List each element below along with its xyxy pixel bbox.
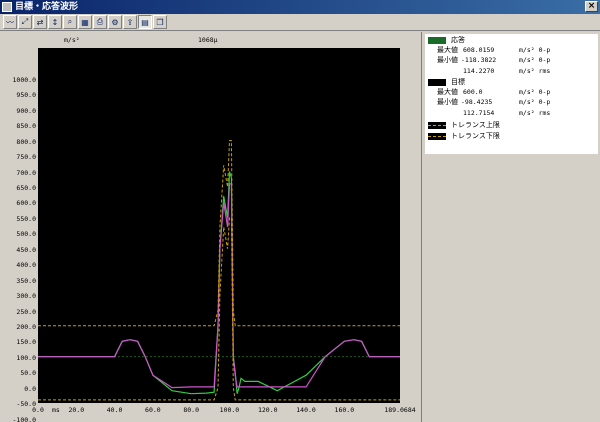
y-tick-label: 150.0 xyxy=(16,338,36,347)
x-tick-label: 40.0 xyxy=(106,406,123,414)
y-tick-label: 550.0 xyxy=(16,214,36,223)
target-min-unit: m/s² 0-p xyxy=(519,98,551,106)
target-max-value: 600.0 xyxy=(463,88,483,96)
y-tick-label: 0.0 xyxy=(24,384,36,393)
y-tick-label: 500.0 xyxy=(16,230,36,239)
waveform-compare-icon[interactable]: ⇄ xyxy=(33,15,47,29)
response-max-unit: m/s² 0-p xyxy=(519,46,551,54)
legend-label-lower: トレランス下限 xyxy=(451,132,500,140)
y-tick-label: 300.0 xyxy=(16,292,36,301)
x-tick-label: 20.0 xyxy=(68,406,85,414)
legend-panel: 応答 最大値 608.0159 m/s² 0-p 最小値 -118.3822 m… xyxy=(421,32,600,422)
y-tick-label: 200.0 xyxy=(16,322,36,331)
waveform-icon[interactable]: 〰 xyxy=(3,15,17,29)
x-tick-label: 80.0 xyxy=(183,406,199,414)
target-min-value: -98.4235 xyxy=(461,98,493,106)
export-icon-glyph: ⇪ xyxy=(126,17,134,27)
settings-graph-icon-glyph: ⚙ xyxy=(111,17,119,27)
legend-swatch-lower xyxy=(428,133,446,140)
y-tick-label: 850.0 xyxy=(16,122,36,131)
legend-box: 応答 最大値 608.0159 m/s² 0-p 最小値 -118.3822 m… xyxy=(425,34,598,154)
y-tick-label: 350.0 xyxy=(16,276,36,285)
y-tick-label: 450.0 xyxy=(16,245,36,254)
y-tick-label: 950.0 xyxy=(16,91,36,100)
waveform-scale-icon[interactable]: ↕ xyxy=(48,15,62,29)
x-tick-label: 60.0 xyxy=(145,406,161,414)
settings-graph-icon[interactable]: ⚙ xyxy=(108,15,122,29)
table-icon-glyph: ▤ xyxy=(141,17,149,27)
export-icon[interactable]: ⇪ xyxy=(123,15,137,29)
legend-label-response: 応答 xyxy=(451,36,465,44)
target-rms-unit: m/s² rms xyxy=(519,109,551,117)
legend-swatch-response xyxy=(428,37,446,44)
x-tick-label: 100.0 xyxy=(219,406,240,414)
response-max-value: 608.0159 xyxy=(463,46,495,54)
graph-icon-glyph: ▦ xyxy=(81,17,89,27)
response-min-value: -118.3822 xyxy=(461,56,497,64)
y-tick-label: 400.0 xyxy=(16,261,36,270)
legend-label-target: 目標 xyxy=(451,78,465,86)
app-icon xyxy=(2,2,12,12)
y-tick-label: 750.0 xyxy=(16,153,36,162)
print-icon[interactable]: ⎙ xyxy=(93,15,107,29)
y-tick-label: 650.0 xyxy=(16,184,36,193)
x-unit-label: ms xyxy=(52,406,60,414)
legend-swatch-target xyxy=(428,79,446,86)
y-tick-label: 250.0 xyxy=(16,307,36,316)
response-min-label: 最小値 xyxy=(437,56,458,64)
magnifier-icon[interactable]: ⌕ xyxy=(63,15,77,29)
y-tick-label: 50.0 xyxy=(20,369,36,378)
x-tick-label: 160.0 xyxy=(334,406,355,414)
waveform-chart[interactable] xyxy=(38,48,400,403)
waveform-zoom-icon[interactable]: ⤢ xyxy=(18,15,32,29)
plot-area[interactable] xyxy=(38,48,400,403)
copy-icon[interactable]: ❐ xyxy=(153,15,167,29)
y-tick-label: 900.0 xyxy=(16,106,36,115)
y-tick-label: 800.0 xyxy=(16,137,36,146)
target-rms-value: 112.7154 xyxy=(463,109,495,117)
magnifier-icon-glyph: ⌕ xyxy=(67,17,73,26)
y-tick-label: 600.0 xyxy=(16,199,36,208)
graph-icon[interactable]: ▦ xyxy=(78,15,92,29)
toolbar: 〰 ⤢ ⇄ ↕ ⌕ ▦ ⎙ ⚙ ⇪ ▤ ❐ xyxy=(0,14,600,31)
target-max-label: 最大値 xyxy=(437,88,458,96)
x-tick-label: 120.0 xyxy=(257,406,278,414)
window-title: 目標・応答波形 xyxy=(15,2,79,12)
y-tick-label: -100.0 xyxy=(12,415,36,422)
target-min-label: 最小値 xyxy=(437,98,458,106)
y-tick-label: 1000.0 xyxy=(12,76,36,84)
response-max-label: 最大値 xyxy=(437,46,458,54)
y-tick-label: 100.0 xyxy=(16,353,36,362)
table-icon[interactable]: ▤ xyxy=(138,15,152,29)
response-rms-value: 114.2270 xyxy=(463,67,495,75)
copy-icon-glyph: ❐ xyxy=(156,17,164,27)
response-min-unit: m/s² 0-p xyxy=(519,56,551,64)
target-max-unit: m/s² 0-p xyxy=(519,88,551,96)
close-button[interactable]: × xyxy=(585,1,598,12)
waveform-zoom-icon-glyph: ⤢ xyxy=(21,17,29,26)
waveform-scale-icon-glyph: ↕ xyxy=(51,17,59,27)
title-bar: 目標・応答波形 × xyxy=(0,0,600,14)
response-rms-unit: m/s² rms xyxy=(519,67,551,75)
waveform-compare-icon-glyph: ⇄ xyxy=(36,17,44,27)
y-tick-label: 700.0 xyxy=(16,168,36,177)
center-label: 1068μ xyxy=(198,36,218,44)
legend-label-upper: トレランス上限 xyxy=(451,121,500,129)
print-icon-glyph: ⎙ xyxy=(96,17,104,26)
x-tick-label: 189.0684 xyxy=(384,406,416,414)
waveform-icon-glyph: 〰 xyxy=(6,17,14,27)
y-unit-label: m/s² xyxy=(64,36,80,44)
x-tick-label: 140.0 xyxy=(296,406,316,414)
legend-swatch-upper xyxy=(428,122,446,129)
